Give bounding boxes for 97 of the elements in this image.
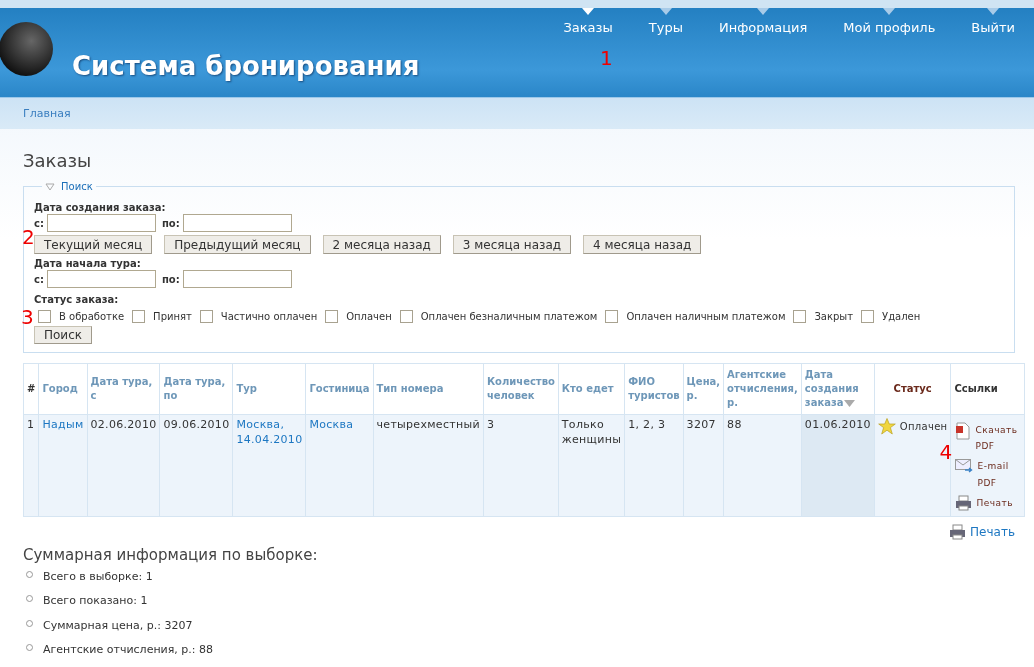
nav-label[interactable]: Выйти <box>971 20 1015 35</box>
nav-label[interactable]: Туры <box>648 20 683 35</box>
nav-link[interactable]: Заказы <box>563 8 613 35</box>
checkbox[interactable] <box>861 310 875 323</box>
page-heading: Заказы <box>23 150 93 171</box>
field-label: с: <box>34 273 44 285</box>
column-header[interactable]: Дата создания заказа <box>801 363 875 415</box>
field-label: по: <box>161 217 180 229</box>
cell-text: Только женщины <box>561 418 622 446</box>
annotation-number: 1 <box>600 48 613 68</box>
nav-link[interactable]: Туры <box>648 8 683 35</box>
cell-text: 1 <box>27 418 35 431</box>
collapse-triangle-icon[interactable] <box>45 182 55 191</box>
ball-logo-icon <box>0 22 53 76</box>
tour-date-to-field[interactable] <box>182 270 292 288</box>
annotation-number: 2 <box>22 227 35 247</box>
field-label: Дата создания заказа: <box>34 202 167 213</box>
column-header[interactable]: Тур <box>232 363 306 415</box>
print-link[interactable]: Печать <box>970 525 1015 539</box>
checkbox-label[interactable]: В обработке <box>59 311 125 322</box>
checkbox[interactable] <box>399 310 413 323</box>
checkbox-label[interactable]: Принят <box>153 311 192 322</box>
document-link[interactable]: Скачать PDF <box>975 422 1020 455</box>
column-header[interactable]: Количество человек <box>483 363 559 415</box>
column-header: # <box>23 363 39 415</box>
checkbox[interactable] <box>38 310 51 323</box>
column-header: Ссылки <box>950 363 1025 415</box>
pdf-document-icon <box>955 422 972 440</box>
checkbox[interactable] <box>605 310 619 323</box>
checkbox-label[interactable]: Оплачен безналичным платежом <box>420 311 598 322</box>
annotation-number: 4 <box>939 442 953 462</box>
cell-text: четырехместный <box>376 418 480 431</box>
column-header[interactable]: Гостиница <box>305 363 373 415</box>
table-link[interactable]: Москва, 14.04.2010 <box>236 418 303 448</box>
site-title: Система бронирования <box>72 51 420 81</box>
column-header: Статус <box>874 363 951 415</box>
field-label: Статус заказа: <box>34 294 120 305</box>
checkbox[interactable] <box>199 310 213 323</box>
cell-text: 02.06.2010 <box>90 418 157 431</box>
checkbox-label[interactable]: Удален <box>882 311 921 322</box>
nav-label[interactable]: Информация <box>718 20 808 35</box>
month-button[interactable]: 4 месяца назад <box>583 235 702 254</box>
column-header[interactable]: Агентские отчисления, р. <box>723 363 802 415</box>
column-header[interactable]: Дата тура, с <box>87 363 160 415</box>
summary-heading: Суммарная информация по выборке: <box>23 546 319 564</box>
summary-text: Всего в выборке: 1 <box>43 569 153 583</box>
field-label: Дата начала тура: <box>34 258 142 269</box>
month-button[interactable]: 2 месяца назад <box>322 235 441 254</box>
table-link[interactable]: Надым <box>42 418 84 433</box>
printer-icon <box>955 494 973 511</box>
checkbox[interactable] <box>325 310 339 323</box>
nav-link[interactable]: Мой профиль <box>843 8 936 35</box>
checkbox-label[interactable]: Оплачен наличным платежом <box>626 311 786 322</box>
summary-text: Всего показано: 1 <box>43 594 148 608</box>
search-toggle-link[interactable]: Поиск <box>61 181 93 192</box>
month-button[interactable]: 3 месяца назад <box>452 235 572 254</box>
printer-icon <box>949 524 967 540</box>
search-button[interactable]: Поиск <box>34 326 92 344</box>
nav-link[interactable]: Выйти <box>971 8 1015 35</box>
checkbox[interactable] <box>132 310 146 323</box>
column-header[interactable]: Город <box>38 363 87 415</box>
column-header[interactable]: ФИО туристов <box>624 363 684 415</box>
status-text: Оплачен <box>899 419 948 434</box>
checkbox-label[interactable]: Закрыт <box>814 311 854 322</box>
envelope-icon <box>955 458 974 474</box>
annotation-number: 3 <box>21 307 34 327</box>
field-label: с: <box>34 217 44 229</box>
summary-text: Суммарная цена, р.: 3207 <box>43 618 193 632</box>
summary-text: Агентские отчисления, р.: 88 <box>43 643 214 657</box>
checkbox[interactable] <box>793 310 807 323</box>
field-label: по: <box>161 273 180 285</box>
document-link[interactable]: E-mail PDF <box>977 458 1022 491</box>
date-from-field[interactable] <box>46 214 156 232</box>
cell-text: 3207 <box>686 418 716 431</box>
cell-text: 09.06.2010 <box>163 418 230 431</box>
nav-link[interactable]: Информация <box>718 8 808 35</box>
nav-label[interactable]: Мой профиль <box>843 20 936 35</box>
breadcrumb-link[interactable]: Главная <box>23 107 71 120</box>
checkbox-label[interactable]: Оплачен <box>346 311 392 322</box>
column-header[interactable]: Тип номера <box>373 363 484 415</box>
cell-text: 88 <box>727 418 742 431</box>
month-button[interactable]: Предыдущий месяц <box>164 235 311 254</box>
nav-label[interactable]: Заказы <box>563 20 613 35</box>
tour-date-from-field[interactable] <box>46 270 156 288</box>
checkbox-label[interactable]: Частично оплачен <box>220 311 318 322</box>
star-icon <box>877 418 896 435</box>
month-button[interactable]: Текущий месяц <box>34 235 153 254</box>
date-to-field[interactable] <box>182 214 292 232</box>
column-header[interactable]: Дата тура, по <box>160 363 233 415</box>
cell-text: 1, 2, 3 <box>628 418 666 431</box>
cell-text: 01.06.2010 <box>804 418 871 431</box>
table-link[interactable]: Москва <box>309 418 370 433</box>
sort-arrow-icon <box>844 399 856 407</box>
document-link[interactable]: Печать <box>976 494 1021 511</box>
column-header[interactable]: Цена, р. <box>683 363 724 415</box>
column-header[interactable]: Кто едет <box>558 363 625 415</box>
cell-text: 3 <box>486 418 495 431</box>
